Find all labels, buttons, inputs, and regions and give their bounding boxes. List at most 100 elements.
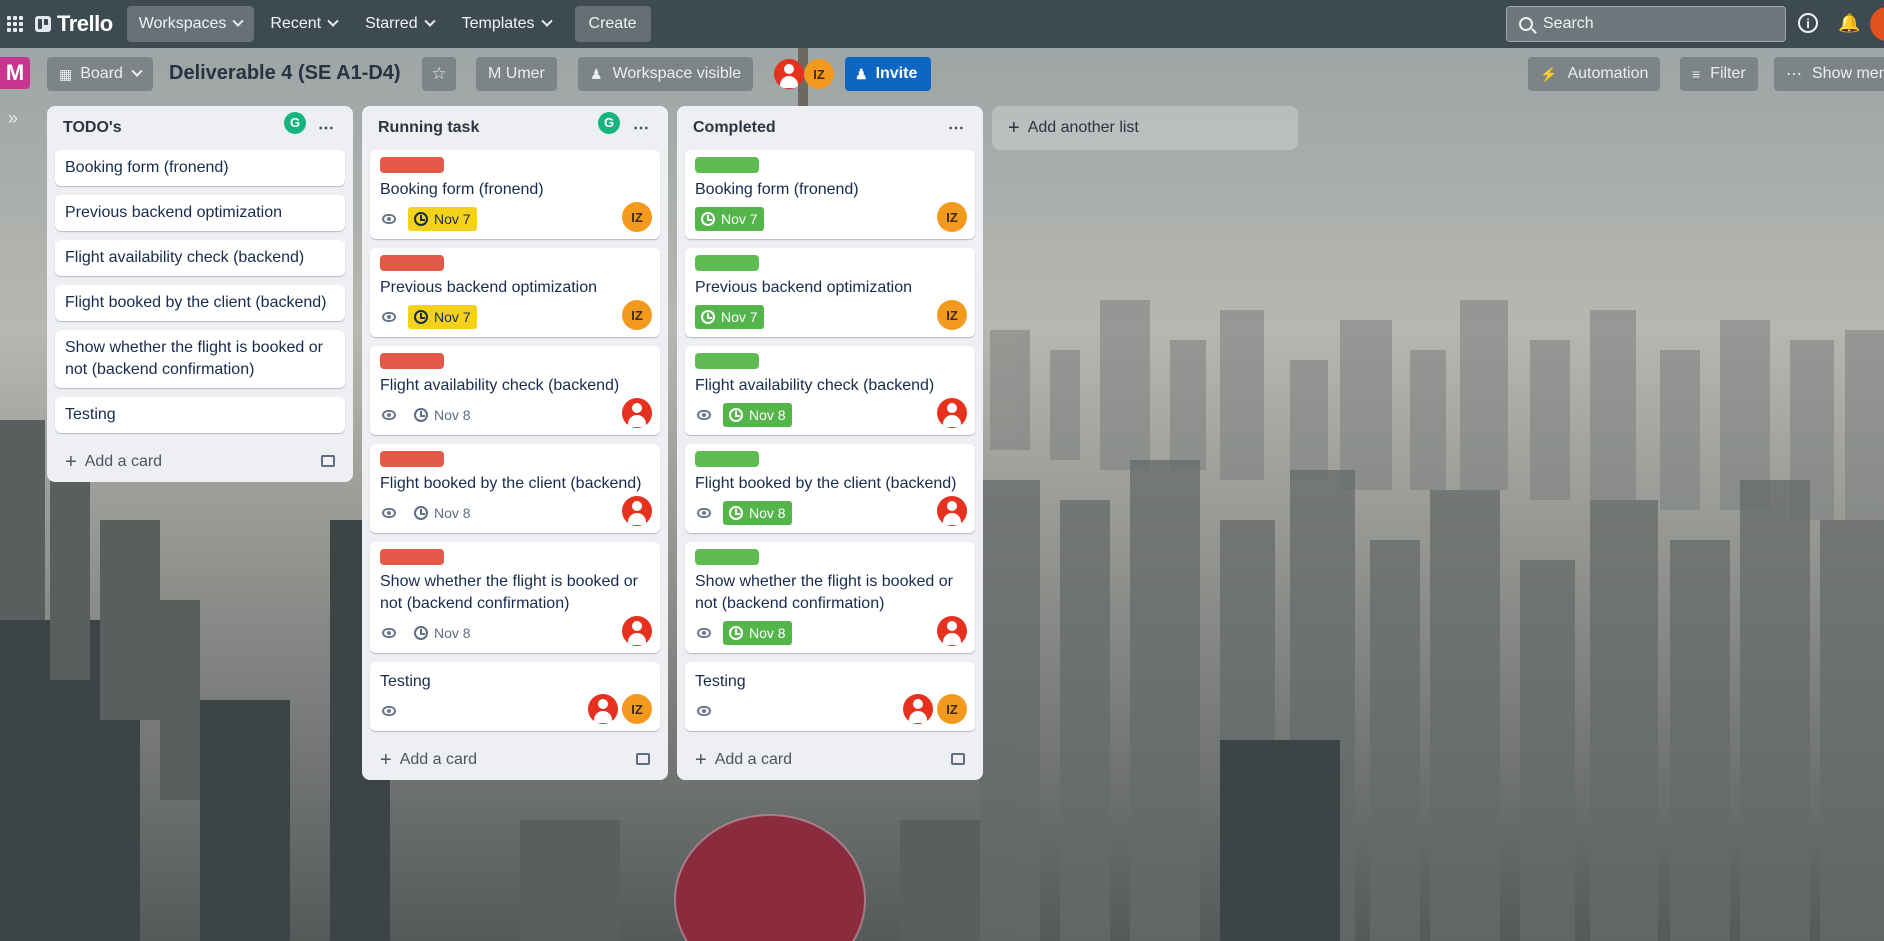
show-menu-button[interactable]: ⋯ Show menu [1774,57,1884,91]
due-date-badge[interactable]: Nov 7 [408,305,477,329]
workspace-badge[interactable]: M [0,57,30,89]
list-item[interactable]: Previous backend optimization Nov 7 IZ [370,248,660,337]
member-avatar[interactable] [937,496,967,526]
due-date-badge[interactable]: Nov 8 [408,621,477,645]
card-label-green[interactable] [695,549,759,565]
card-label-red[interactable] [380,549,444,565]
card-label-green[interactable] [695,353,759,369]
due-date-badge[interactable]: Nov 8 [723,621,792,645]
starred-menu[interactable]: Starred [353,6,445,42]
member-avatar[interactable] [622,496,652,526]
member-avatar-iz[interactable]: IZ [937,694,967,724]
board-title[interactable]: Deliverable 4 (SE A1-D4) [169,62,401,85]
sidebar-expand-icon[interactable]: » [8,108,18,129]
create-button[interactable]: Create [574,6,651,42]
card-label-green[interactable] [695,255,759,271]
due-date-badge[interactable]: Nov 8 [408,403,477,427]
list-item[interactable]: Flight booked by the client (backend) No… [685,444,975,533]
due-date-badge[interactable]: Nov 7 [408,207,477,231]
search-input[interactable]: Search [1506,6,1786,42]
recent-menu[interactable]: Recent [258,6,349,42]
trello-logo[interactable]: Trello [35,11,113,37]
member-avatar-iz[interactable]: IZ [804,59,834,89]
member-avatar-iz[interactable]: IZ [622,300,652,330]
member-avatar-iz[interactable]: IZ [622,202,652,232]
list-item[interactable]: Booking form (fronend) [55,150,345,186]
card-label-red[interactable] [380,353,444,369]
eye-icon [697,706,711,716]
eye-icon [697,508,711,518]
visibility-button[interactable]: ♟ Workspace visible [578,57,754,91]
list-item[interactable]: Flight booked by the client (backend) [55,285,345,321]
automation-button[interactable]: ⚡ Automation [1528,57,1661,91]
invite-label: Invite [875,65,918,82]
star-button[interactable]: ☆ [422,57,456,91]
add-card-button[interactable]: + Add a card [685,740,975,780]
list-item[interactable]: Previous backend optimization Nov 7 IZ [685,248,975,337]
list-item[interactable]: Flight booked by the client (backend) No… [370,444,660,533]
list-item[interactable]: Booking form (fronend) Nov 7 IZ [370,150,660,239]
template-icon[interactable] [321,455,335,467]
member-avatar[interactable] [622,398,652,428]
list-menu-icon[interactable]: ⋯ [633,118,650,138]
member-avatar-iz[interactable]: IZ [937,300,967,330]
list-item[interactable]: Flight availability check (backend) Nov … [685,346,975,435]
list-header[interactable]: Completed ⋯ [685,106,975,150]
list-menu-icon[interactable]: ⋯ [318,118,335,138]
add-card-button[interactable]: + Add a card [55,442,345,482]
list-item[interactable]: Flight availability check (backend) Nov … [370,346,660,435]
member-avatar[interactable] [937,616,967,646]
grammarly-icon[interactable]: G [284,112,306,134]
workspace-owner-button[interactable]: M Umer [476,57,557,91]
due-date-badge[interactable]: Nov 8 [408,501,477,525]
template-icon[interactable] [951,753,965,765]
list-item[interactable]: Show whether the flight is booked or not… [55,330,345,388]
member-avatar[interactable] [622,616,652,646]
info-icon[interactable]: i [1798,13,1818,33]
clock-icon [414,408,428,422]
card-label-green[interactable] [695,157,759,173]
list-item[interactable]: Previous backend optimization [55,195,345,231]
list-item[interactable]: Testing IZ [370,662,660,731]
due-date-badge[interactable]: Nov 7 [695,305,764,329]
member-avatar[interactable] [937,398,967,428]
list-item[interactable]: Show whether the flight is booked or not… [370,542,660,653]
card-label-green[interactable] [695,451,759,467]
due-date-badge[interactable]: Nov 8 [723,501,792,525]
apps-grid-icon[interactable] [7,16,23,32]
list-title: TODO's [63,119,122,136]
filter-button[interactable]: ≡ Filter [1680,57,1758,91]
card-label-red[interactable] [380,451,444,467]
due-date-badge[interactable]: Nov 7 [695,207,764,231]
card-title: Show whether the flight is booked or not… [380,573,638,612]
list-header[interactable]: Running task G ⋯ [370,106,660,150]
member-avatar-iz[interactable]: IZ [937,202,967,232]
bell-icon[interactable]: 🔔 [1838,12,1860,34]
add-list-button[interactable]: + Add another list [992,106,1298,150]
list-item[interactable]: Testing IZ [685,662,975,731]
card-label-red[interactable] [380,157,444,173]
card-title: Flight availability check (backend) [695,377,935,394]
account-avatar[interactable] [1870,7,1884,41]
member-avatar[interactable] [774,59,804,89]
card-label-red[interactable] [380,255,444,271]
template-icon[interactable] [636,753,650,765]
list-item[interactable]: Testing [55,397,345,433]
member-avatar[interactable] [588,694,618,724]
templates-menu[interactable]: Templates [450,6,563,42]
member-avatar-iz[interactable]: IZ [622,694,652,724]
add-card-button[interactable]: + Add a card [370,740,660,780]
board-view-switcher[interactable]: ▦ Board [47,57,153,91]
list-header[interactable]: TODO's G ⋯ [55,106,345,150]
due-date: Nov 7 [434,309,471,325]
workspaces-menu[interactable]: Workspaces [126,6,255,42]
list-menu-icon[interactable]: ⋯ [948,118,965,138]
due-date-badge[interactable]: Nov 8 [723,403,792,427]
list-item[interactable]: Booking form (fronend) Nov 7 IZ [685,150,975,239]
list-item[interactable]: Show whether the flight is booked or not… [685,542,975,653]
list-completed: Completed ⋯ Booking form (fronend) Nov 7… [677,106,983,780]
invite-button[interactable]: ♟ Invite [845,57,932,91]
list-item[interactable]: Flight availability check (backend) [55,240,345,276]
grammarly-icon[interactable]: G [598,112,620,134]
member-avatar[interactable] [903,694,933,724]
